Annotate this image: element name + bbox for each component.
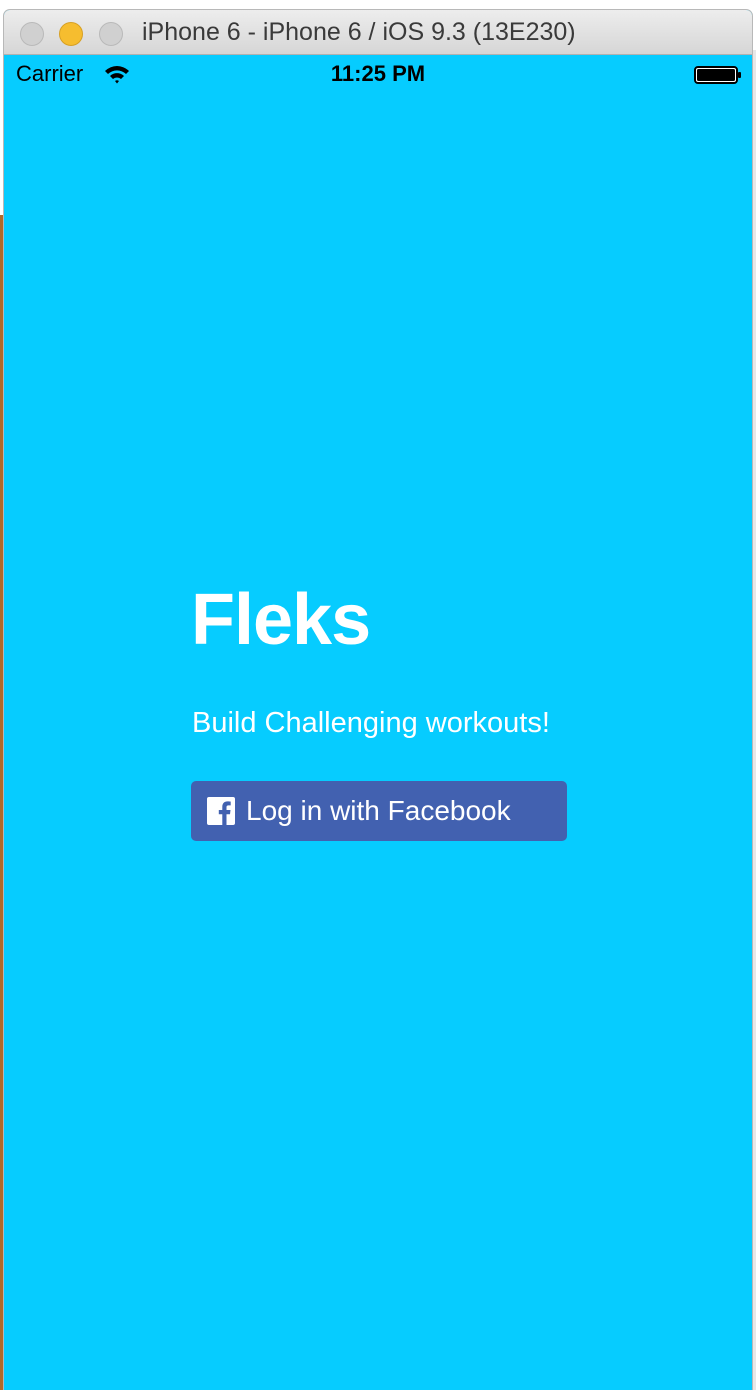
window-titlebar[interactable]: iPhone 6 - iPhone 6 / iOS 9.3 (13E230): [4, 10, 752, 55]
status-time: 11:25 PM: [330, 61, 426, 86]
zoom-window-button[interactable]: [99, 22, 123, 46]
login-screen: Fleks Build Challenging workouts! Log in…: [4, 95, 752, 1390]
window-title: iPhone 6 - iPhone 6 / iOS 9.3 (13E230): [142, 18, 576, 46]
app-title: Fleks: [191, 580, 371, 660]
battery-icon: [694, 66, 741, 84]
desktop-background-right: [752, 50, 756, 1390]
facebook-login-button[interactable]: Log in with Facebook: [191, 781, 567, 841]
facebook-login-label: Log in with Facebook: [246, 795, 511, 826]
close-window-button[interactable]: [20, 22, 44, 46]
ios-status-bar: Carrier 11:25 PM: [4, 55, 752, 95]
minimize-window-button[interactable]: [59, 22, 83, 46]
simulator-window: iPhone 6 - iPhone 6 / iOS 9.3 (13E230) C…: [4, 10, 752, 1390]
app-tagline: Build Challenging workouts!: [192, 707, 550, 739]
facebook-icon: [207, 797, 235, 825]
